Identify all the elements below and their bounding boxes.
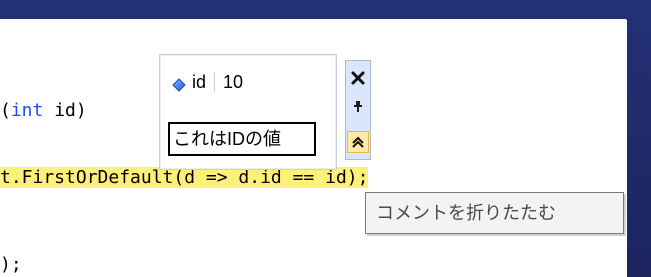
- pin-icon: [354, 101, 362, 112]
- frame-edge: [0, 19, 2, 277]
- collapse-comment-button[interactable]: [347, 131, 369, 153]
- separator: [214, 72, 216, 92]
- code-line: );: [0, 251, 22, 277]
- code-line: (int id): [0, 97, 87, 125]
- code-token: id): [43, 100, 87, 121]
- code-token: );: [0, 254, 22, 275]
- datatip-row: id 10: [172, 71, 251, 93]
- datatip-buttons: [345, 60, 371, 160]
- code-editor[interactable]: (int id) t.FirstOrDefault(d => d.id == i…: [0, 19, 627, 277]
- keyword-token: int: [10, 100, 44, 121]
- double-chevron-up-icon: [352, 136, 364, 148]
- tooltip-text: コメントを折りたたむ: [376, 203, 556, 223]
- tooltip: コメントを折りたたむ: [365, 192, 624, 234]
- datatip: id 10 これはIDの値: [159, 54, 337, 170]
- highlight: t.FirstOrDefault(d => d.id == id);: [0, 167, 369, 188]
- datatip-comment-text: これはIDの値: [173, 129, 281, 149]
- property-icon: [172, 76, 186, 92]
- datatip-value[interactable]: 10: [223, 72, 251, 93]
- close-button[interactable]: [347, 67, 369, 89]
- datatip-name: id: [192, 71, 207, 92]
- datatip-comment-input[interactable]: これはIDの値: [168, 122, 316, 156]
- pin-button[interactable]: [347, 96, 369, 118]
- close-icon: [351, 71, 365, 85]
